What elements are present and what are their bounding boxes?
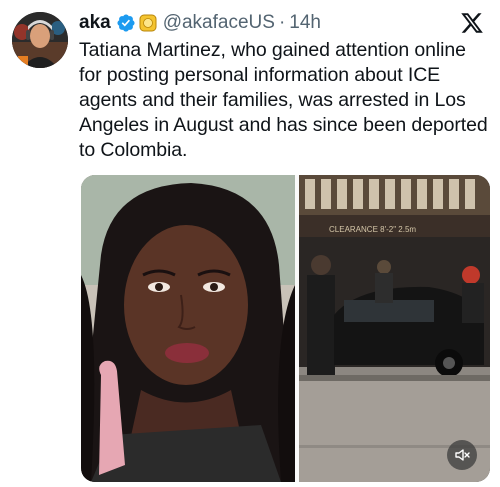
separator-dot: · xyxy=(278,12,286,33)
arrest-scene-photo: CLEARANCE 8'-2" 2.5m xyxy=(299,175,490,482)
verified-badge-icon xyxy=(116,13,136,33)
tweet-header: aka @akafaceUS · 14h xyxy=(79,10,484,36)
clearance-sign: CLEARANCE 8'-2" 2.5m xyxy=(329,225,416,234)
timestamp[interactable]: 14h xyxy=(289,12,321,34)
x-logo-icon[interactable] xyxy=(460,11,484,35)
avatar[interactable] xyxy=(12,12,68,68)
speaker-muted-icon xyxy=(455,449,470,461)
user-handle[interactable]: @akafaceUS xyxy=(163,12,275,34)
mute-button[interactable] xyxy=(447,440,477,470)
gold-affiliate-badge-icon[interactable] xyxy=(139,14,157,32)
display-name[interactable]: aka xyxy=(79,12,111,34)
selfie-photo xyxy=(81,175,295,482)
tweet-text: Tatiana Martinez, who gained attention o… xyxy=(79,39,488,161)
avatar-image xyxy=(12,12,68,68)
tweet-media[interactable]: CLEARANCE 8'-2" 2.5m xyxy=(81,175,490,482)
